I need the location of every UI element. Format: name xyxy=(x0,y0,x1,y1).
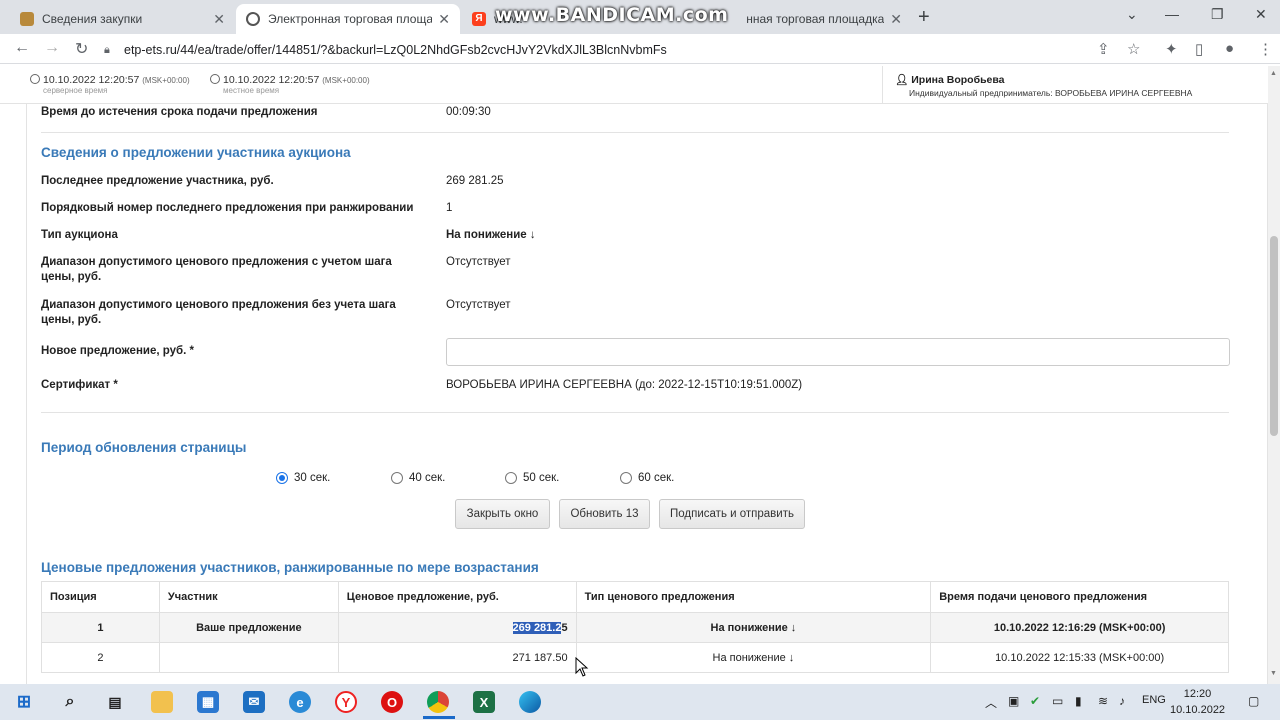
server-clock: 10.10.2022 12:20:57 (MSK+00:00) серверно… xyxy=(30,74,190,95)
deadline-value: 00:09:30 xyxy=(446,106,491,118)
bids-section-title: Ценовые предложения участников, ранжиров… xyxy=(41,560,539,575)
selected-text: 269 281.2 xyxy=(512,621,562,634)
emblem-icon xyxy=(20,12,34,26)
new-tab-button[interactable]: + xyxy=(918,6,930,29)
volume-icon[interactable]: ♪ xyxy=(1119,694,1125,708)
menu-icon[interactable]: ⋮ xyxy=(1258,40,1273,58)
range-with-step-value: Отсутствует xyxy=(446,256,511,268)
column-header[interactable]: Время подачи ценового предложения xyxy=(930,581,1229,613)
certificate-value: ВОРОБЬЕВА ИРИНА СЕРГЕЕВНА (до: 2022-12-1… xyxy=(446,379,803,391)
store-icon[interactable]: ▦ xyxy=(197,691,219,713)
close-tab-icon[interactable]: ✕ xyxy=(213,11,225,28)
windows-taskbar: ⊞ ⌕ ▤ ▦ ✉ e Y O X ︿ ▣ ✔ ▭ ▮ ≋ ♪ ENG 12:2… xyxy=(0,684,1280,720)
range-without-step-value: Отсутствует xyxy=(446,299,511,311)
profile-icon[interactable]: ● xyxy=(1225,40,1234,57)
tray-chevron-icon[interactable]: ︿ xyxy=(985,694,997,711)
yandex-icon: Я xyxy=(472,12,486,26)
offer-section-title: Сведения о предложении участника аукцион… xyxy=(41,145,351,160)
edge-icon[interactable] xyxy=(519,691,541,713)
offer-form: Время до истечения срока подачи предложе… xyxy=(26,104,1268,684)
tab-search-icon[interactable]: ⌄ xyxy=(1126,6,1138,23)
lock-icon: 🔒︎ xyxy=(104,44,110,56)
radio-dot[interactable] xyxy=(620,472,632,484)
back-icon[interactable]: ← xyxy=(14,39,30,57)
radio-60[interactable]: 60 сек. xyxy=(620,472,674,484)
clock-icon xyxy=(30,74,40,84)
tab-procurement-info[interactable]: Сведения закупки ✕ xyxy=(10,4,235,34)
tab-etp[interactable]: Электронная торговая площадка ✕ xyxy=(236,4,460,34)
opera-icon[interactable]: O xyxy=(381,691,403,713)
windows-start-icon[interactable]: ⊞ xyxy=(13,691,35,713)
bookmark-star-icon[interactable]: ☆ xyxy=(1127,40,1140,58)
local-clock: 10.10.2022 12:20:57 (MSK+00:00) местное … xyxy=(210,74,370,95)
forward-icon[interactable]: → xyxy=(44,39,60,57)
radio-dot[interactable] xyxy=(391,472,403,484)
internet-explorer-icon[interactable]: e xyxy=(289,691,311,713)
sign-and-send-button[interactable]: Подписать и отправить xyxy=(659,499,805,529)
reload-icon[interactable]: ↻ xyxy=(75,39,88,59)
page-scrollbar[interactable]: ▲ ▼ xyxy=(1268,66,1280,684)
search-icon[interactable]: ⌕ xyxy=(59,691,81,713)
scrollbar-thumb[interactable] xyxy=(1270,236,1278,436)
column-header[interactable]: Участник xyxy=(158,581,339,613)
scroll-down-icon[interactable]: ▼ xyxy=(1270,670,1277,677)
sidebar-icon[interactable]: ▯ xyxy=(1195,40,1203,58)
clock-icon xyxy=(210,74,220,84)
task-view-icon[interactable]: ▤ xyxy=(104,691,126,713)
close-window-button[interactable]: Закрыть окно xyxy=(455,499,550,529)
refresh-button[interactable]: Обновить 13 xyxy=(559,499,650,529)
close-tab-icon[interactable]: ✕ xyxy=(438,11,450,28)
last-offer-value: 269 281.25 xyxy=(446,175,504,187)
price-cell: 269 281.25 xyxy=(337,612,577,643)
user-info[interactable]: 👤︎ Ирина Воробьева Индивидуальный предпр… xyxy=(882,66,1268,103)
refresh-section-title: Период обновления страницы xyxy=(41,440,247,455)
taskbar-clock[interactable]: 12:20 10.10.2022 xyxy=(1170,686,1225,718)
globe-icon xyxy=(246,12,260,26)
file-explorer-icon[interactable] xyxy=(151,691,173,713)
mail-icon[interactable]: ✉ xyxy=(243,691,265,713)
new-offer-input[interactable] xyxy=(446,338,1230,366)
battery-icon[interactable]: ▮ xyxy=(1075,694,1082,708)
table-header-row: Позиция Участник Ценовое предложение, ру… xyxy=(41,581,1229,613)
auction-type-value: На понижение ↓ xyxy=(446,229,536,241)
mouse-cursor-icon xyxy=(575,657,589,677)
column-header[interactable]: Позиция xyxy=(41,581,160,613)
radio-dot-selected[interactable] xyxy=(276,472,288,484)
yandex-browser-icon[interactable]: Y xyxy=(335,691,357,713)
bids-table: Позиция Участник Ценовое предложение, ру… xyxy=(41,581,1229,673)
excel-icon[interactable]: X xyxy=(473,691,495,713)
scroll-up-icon[interactable]: ▲ xyxy=(1270,70,1277,77)
rank-value: 1 xyxy=(446,202,453,214)
browser-tab-bar: Сведения закупки ✕ Электронная торговая … xyxy=(0,0,1280,34)
table-row: 2 271 187.50 На понижение ↓ 10.10.2022 1… xyxy=(41,642,1229,673)
security-icon[interactable]: ✔ xyxy=(1030,694,1040,708)
share-icon[interactable]: ⇪ xyxy=(1097,40,1110,58)
user-icon: 👤︎ xyxy=(895,74,912,86)
wifi-icon[interactable]: ≋ xyxy=(1098,694,1108,708)
restore-button[interactable]: ❐ xyxy=(1211,6,1224,23)
page-header: 10.10.2022 12:20:57 (MSK+00:00) серверно… xyxy=(0,66,1268,104)
column-header[interactable]: Ценовое предложение, руб. xyxy=(337,581,577,613)
network-icon[interactable]: ▭ xyxy=(1052,694,1063,708)
divider xyxy=(41,412,1229,413)
active-app-indicator xyxy=(423,716,455,719)
address-bar: ← → ↻ 🔒︎ etp-ets.ru/44/ea/trade/offer/14… xyxy=(0,34,1280,64)
radio-40[interactable]: 40 сек. xyxy=(391,472,445,484)
minimize-button[interactable]: — xyxy=(1165,6,1179,22)
table-row: 1 Ваше предложение 269 281.25 На понижен… xyxy=(41,612,1229,643)
close-tab-icon[interactable]: ✕ xyxy=(890,11,902,28)
device-icon[interactable]: ▣ xyxy=(1008,694,1019,708)
bandicam-watermark: www.BANDICAM.com xyxy=(495,4,729,26)
column-header[interactable]: Тип ценового предложения xyxy=(575,581,932,613)
radio-30[interactable]: 30 сек. xyxy=(276,472,330,484)
url-field[interactable]: 🔒︎ etp-ets.ru/44/ea/trade/offer/144851/?… xyxy=(104,39,1154,61)
close-window-button[interactable]: ✕ xyxy=(1255,6,1267,23)
language-indicator[interactable]: ENG xyxy=(1142,694,1166,706)
radio-50[interactable]: 50 сек. xyxy=(505,472,559,484)
chrome-icon[interactable] xyxy=(427,691,449,713)
extensions-icon[interactable]: ✦ xyxy=(1165,40,1178,58)
notifications-icon[interactable]: ▢ xyxy=(1248,694,1259,708)
divider xyxy=(41,132,1229,133)
radio-dot[interactable] xyxy=(505,472,517,484)
